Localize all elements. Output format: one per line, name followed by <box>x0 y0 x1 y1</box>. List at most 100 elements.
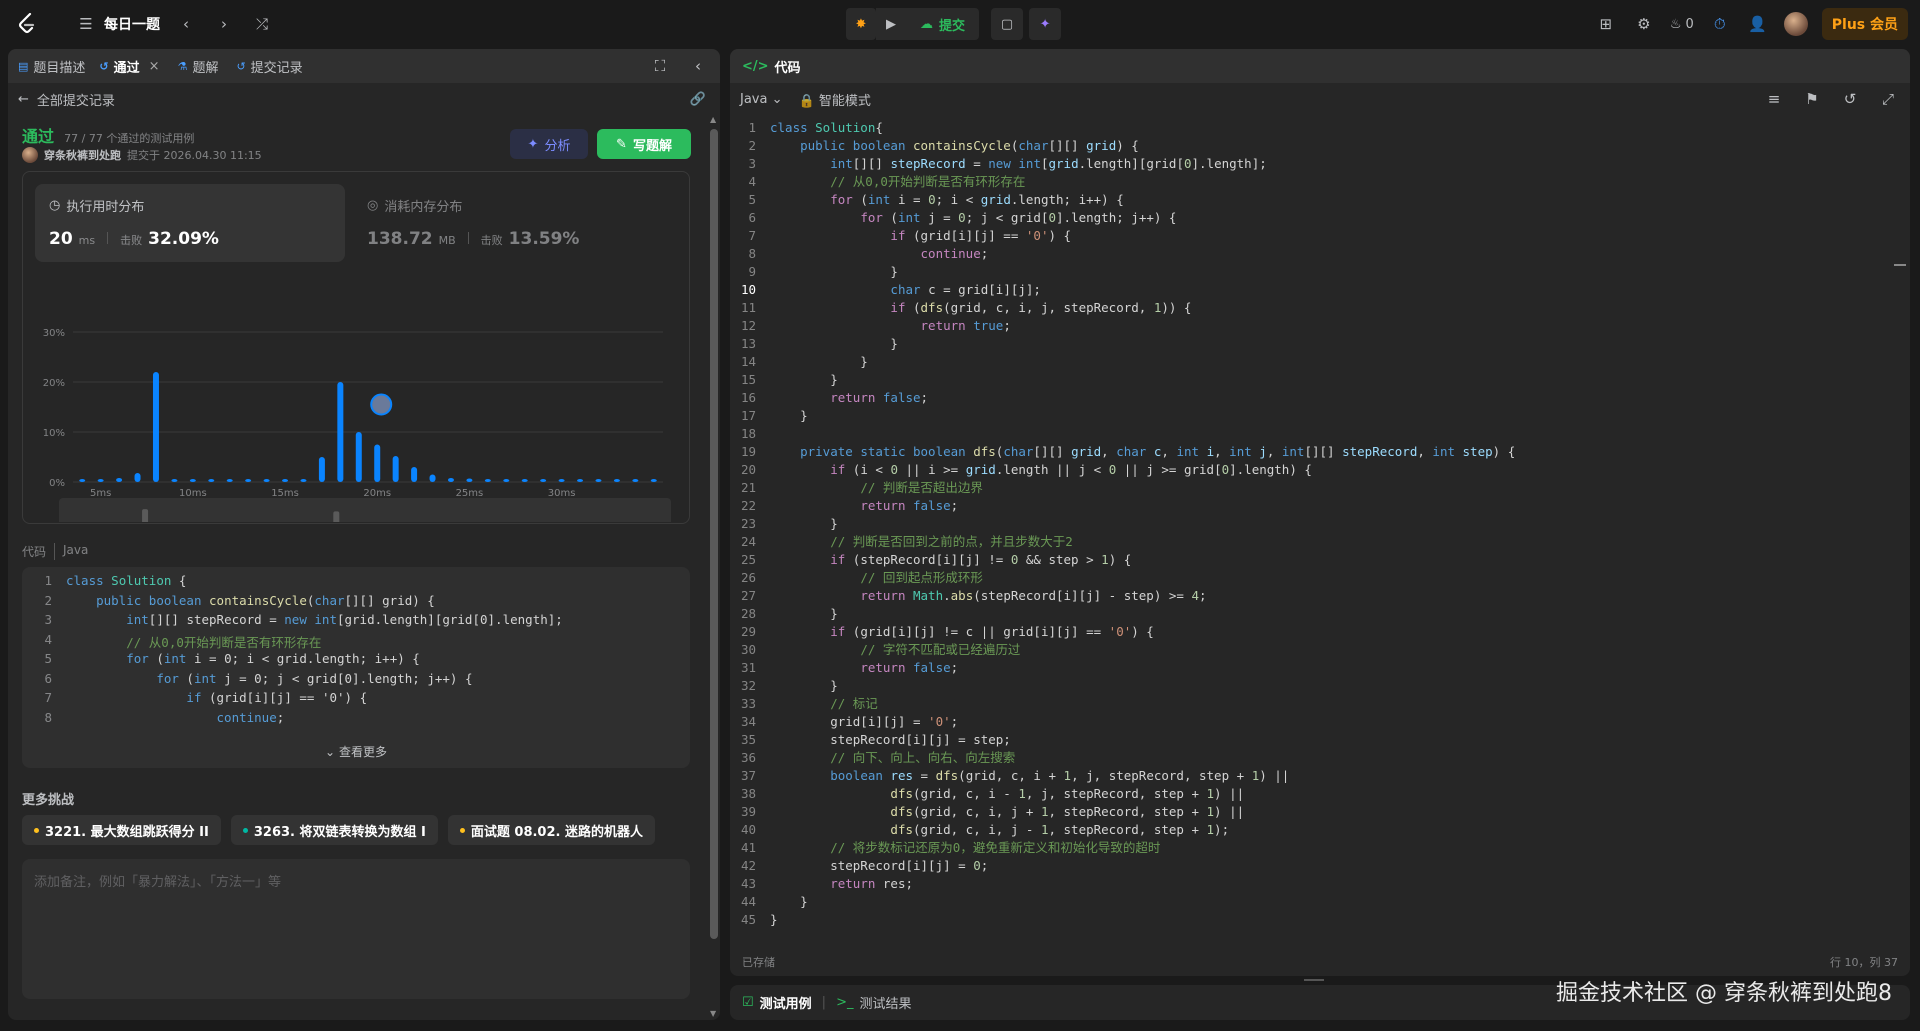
back-arrow-icon[interactable]: ← <box>18 92 29 107</box>
smart-mode-toggle[interactable]: 🔒 智能模式 <box>799 90 871 109</box>
line-content: stepRecord[i][j] = step; <box>770 732 1011 747</box>
problem-list-title[interactable]: 每日一题 <box>104 14 160 34</box>
histogram-bar[interactable] <box>208 479 215 482</box>
histogram-bar[interactable] <box>134 473 141 482</box>
histogram-bar[interactable] <box>355 432 362 482</box>
my-submission-marker[interactable] <box>370 393 393 416</box>
histogram-bar[interactable] <box>558 479 565 482</box>
histogram-bar[interactable] <box>577 479 584 482</box>
editor-scrollbar[interactable] <box>1894 119 1906 939</box>
histogram-bar[interactable] <box>374 444 381 483</box>
histogram-bar[interactable] <box>318 457 325 482</box>
gear-icon[interactable]: ⚙ <box>1632 12 1656 36</box>
histogram-bar[interactable] <box>152 372 159 482</box>
tab-test-result[interactable]: >_ 测试结果 <box>836 993 911 1012</box>
histogram-bar[interactable] <box>503 479 510 482</box>
line-content: for (int i = 0; i < grid.length; i++) { <box>126 651 420 666</box>
plus-member-button[interactable]: Plus 会员 <box>1821 8 1908 40</box>
ai-button[interactable]: ✦ <box>1029 8 1062 40</box>
submitter-name[interactable]: 穿条秋裤到处跑 <box>44 147 121 163</box>
histogram-bar[interactable] <box>300 479 307 482</box>
prev-problem-icon[interactable]: ‹ <box>174 12 198 36</box>
streak-counter[interactable]: ♨ 0 <box>1670 17 1694 32</box>
notes-button[interactable]: ▢ <box>991 8 1024 40</box>
histogram-bar[interactable] <box>540 479 547 482</box>
histogram-bar[interactable] <box>613 479 620 482</box>
timer-icon[interactable]: ⏱ <box>1708 12 1732 36</box>
terminal-icon: >_ <box>836 995 854 1010</box>
runtime-card[interactable]: ◷ 执行用时分布 20 ms 击败 32.09% <box>35 184 345 262</box>
panel-resize-handle[interactable] <box>1304 979 1324 981</box>
submit-button[interactable]: ☁ 提交 <box>906 8 980 40</box>
fullscreen-icon[interactable]: ⤢ <box>1876 87 1900 111</box>
tab-testcase[interactable]: ☑ 测试用例 <box>742 993 812 1012</box>
line-number: 8 <box>748 246 756 261</box>
note-input[interactable]: 添加备注，例如「暴力解法」、「方法一」等 <box>22 859 690 999</box>
left-scrollbar[interactable]: ▲ ▼ <box>710 115 718 1018</box>
format-icon[interactable]: ≡ <box>1762 87 1786 111</box>
histogram-bar[interactable] <box>392 456 399 482</box>
histogram-bar[interactable] <box>337 382 344 482</box>
tab-solutions[interactable]: ⚗ 题解 <box>178 57 219 76</box>
analyze-label: 分析 <box>544 138 571 154</box>
run-button[interactable]: ▶ <box>876 8 906 40</box>
avatar[interactable] <box>1783 12 1808 36</box>
editor-line: 14 } <box>730 353 1890 371</box>
layout-icon[interactable]: ⊞ <box>1594 12 1618 36</box>
histogram-bar[interactable] <box>116 478 123 482</box>
link-icon[interactable]: 🔗 <box>690 92 706 107</box>
next-problem-icon[interactable]: › <box>212 12 236 36</box>
histogram-bar[interactable] <box>595 479 602 482</box>
line-number: 35 <box>740 732 756 747</box>
shuffle-icon[interactable]: ⤮ <box>250 12 274 36</box>
histogram-bar[interactable] <box>632 479 639 482</box>
line-number: 12 <box>740 318 756 333</box>
code-editor[interactable]: 1 class Solution{2 public boolean contain… <box>730 119 1890 939</box>
histogram-bar[interactable] <box>650 479 657 482</box>
tab-accepted[interactable]: ↺ 通过 × <box>99 57 159 76</box>
memory-card[interactable]: ◎ 消耗内存分布 138.72 MB 击败 13.59% <box>353 184 663 262</box>
tab-code[interactable]: 代码 <box>775 57 801 76</box>
challenge-label: 3263. 将双链表转换为数组 I <box>253 824 426 840</box>
analyze-button[interactable]: ✦ 分析 <box>510 129 588 159</box>
line-content: } <box>770 894 808 909</box>
submit-label: 提交 <box>939 18 966 34</box>
collapse-icon[interactable]: ‹ <box>686 54 710 78</box>
histogram-bar[interactable] <box>263 479 270 482</box>
histogram-bar[interactable] <box>226 479 233 482</box>
histogram-bar[interactable] <box>79 479 86 482</box>
histogram-bar[interactable] <box>466 478 473 483</box>
debug-button[interactable]: ✸ <box>846 8 876 40</box>
range-brush[interactable] <box>59 498 671 522</box>
histogram-bar[interactable] <box>97 479 104 482</box>
write-solution-button[interactable]: ✎ 写题解 <box>597 129 691 159</box>
tab-description[interactable]: ▤ 题目描述 <box>18 57 85 76</box>
close-icon[interactable]: × <box>149 59 160 74</box>
back-to-submissions[interactable]: 全部提交记录 <box>37 90 115 109</box>
histogram-bar[interactable] <box>171 479 178 482</box>
editor-line: 11 if (dfs(grid, c, i, j, stepRecord, 1)… <box>730 299 1890 317</box>
maximize-icon[interactable]: ⛶ <box>648 54 672 78</box>
line-number: 3 <box>748 156 756 171</box>
tab-submissions[interactable]: ↺ 提交记录 <box>236 57 302 76</box>
challenge-chip[interactable]: 3221. 最大数组跳跃得分 II <box>22 815 221 845</box>
histogram-bar[interactable] <box>429 474 436 483</box>
bookmark-icon[interactable]: ⚑ <box>1800 87 1824 111</box>
histogram-bar[interactable] <box>189 479 196 482</box>
histogram-bar[interactable] <box>245 479 252 482</box>
reset-icon[interactable]: ↺ <box>1838 87 1862 111</box>
histogram-bar[interactable] <box>282 479 289 482</box>
leetcode-logo-icon[interactable] <box>14 11 40 37</box>
histogram-bar[interactable] <box>411 467 418 482</box>
challenge-chip[interactable]: 面试题 08.02. 迷路的机器人 <box>447 815 655 845</box>
language-select[interactable]: Java ⌄ <box>740 92 783 107</box>
histogram-bar[interactable] <box>447 478 454 482</box>
challenge-chip[interactable]: 3263. 将双链表转换为数组 I <box>230 815 438 845</box>
see-more-button[interactable]: ⌄ 查看更多 <box>22 743 690 760</box>
histogram-bar[interactable] <box>484 479 491 482</box>
editor-line: 35 stepRecord[i][j] = step; <box>730 731 1890 749</box>
avatar <box>22 147 38 163</box>
list-icon[interactable]: ☰ <box>74 12 98 36</box>
histogram-bar[interactable] <box>521 479 528 482</box>
add-friend-icon[interactable]: 👤 <box>1746 12 1770 36</box>
